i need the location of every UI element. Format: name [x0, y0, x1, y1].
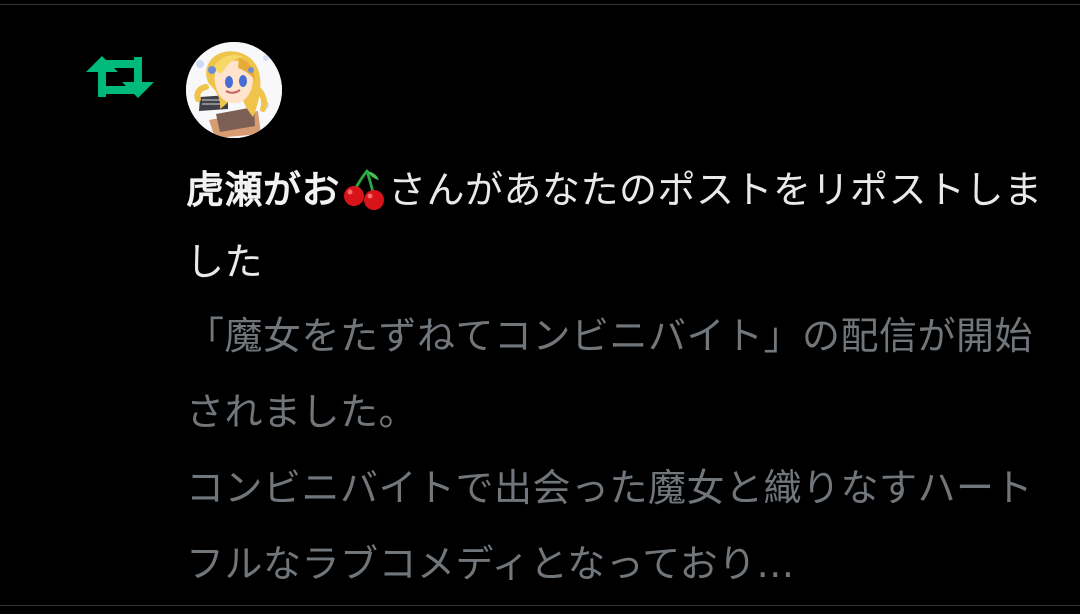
- avatar[interactable]: [186, 42, 282, 138]
- repost-notification[interactable]: 虎瀬がお さんがあなたのポストをリポストしました 「魔女をたずねてコンビニバイト…: [0, 0, 1080, 614]
- post-preview-text[interactable]: 「魔女をたずねてコンビニバイト」の配信が開始されました。 コンビニバイトで出会った…: [186, 298, 1046, 602]
- notification-content: 虎瀬がお さんがあなたのポストをリポストしました 「魔女をたずねてコンビニバイト…: [186, 154, 1046, 602]
- username[interactable]: 虎瀬がお: [186, 168, 340, 212]
- notification-headline: 虎瀬がお さんがあなたのポストをリポストしました: [186, 154, 1046, 298]
- cherry-icon: [342, 167, 386, 211]
- repost-icon: [84, 50, 156, 104]
